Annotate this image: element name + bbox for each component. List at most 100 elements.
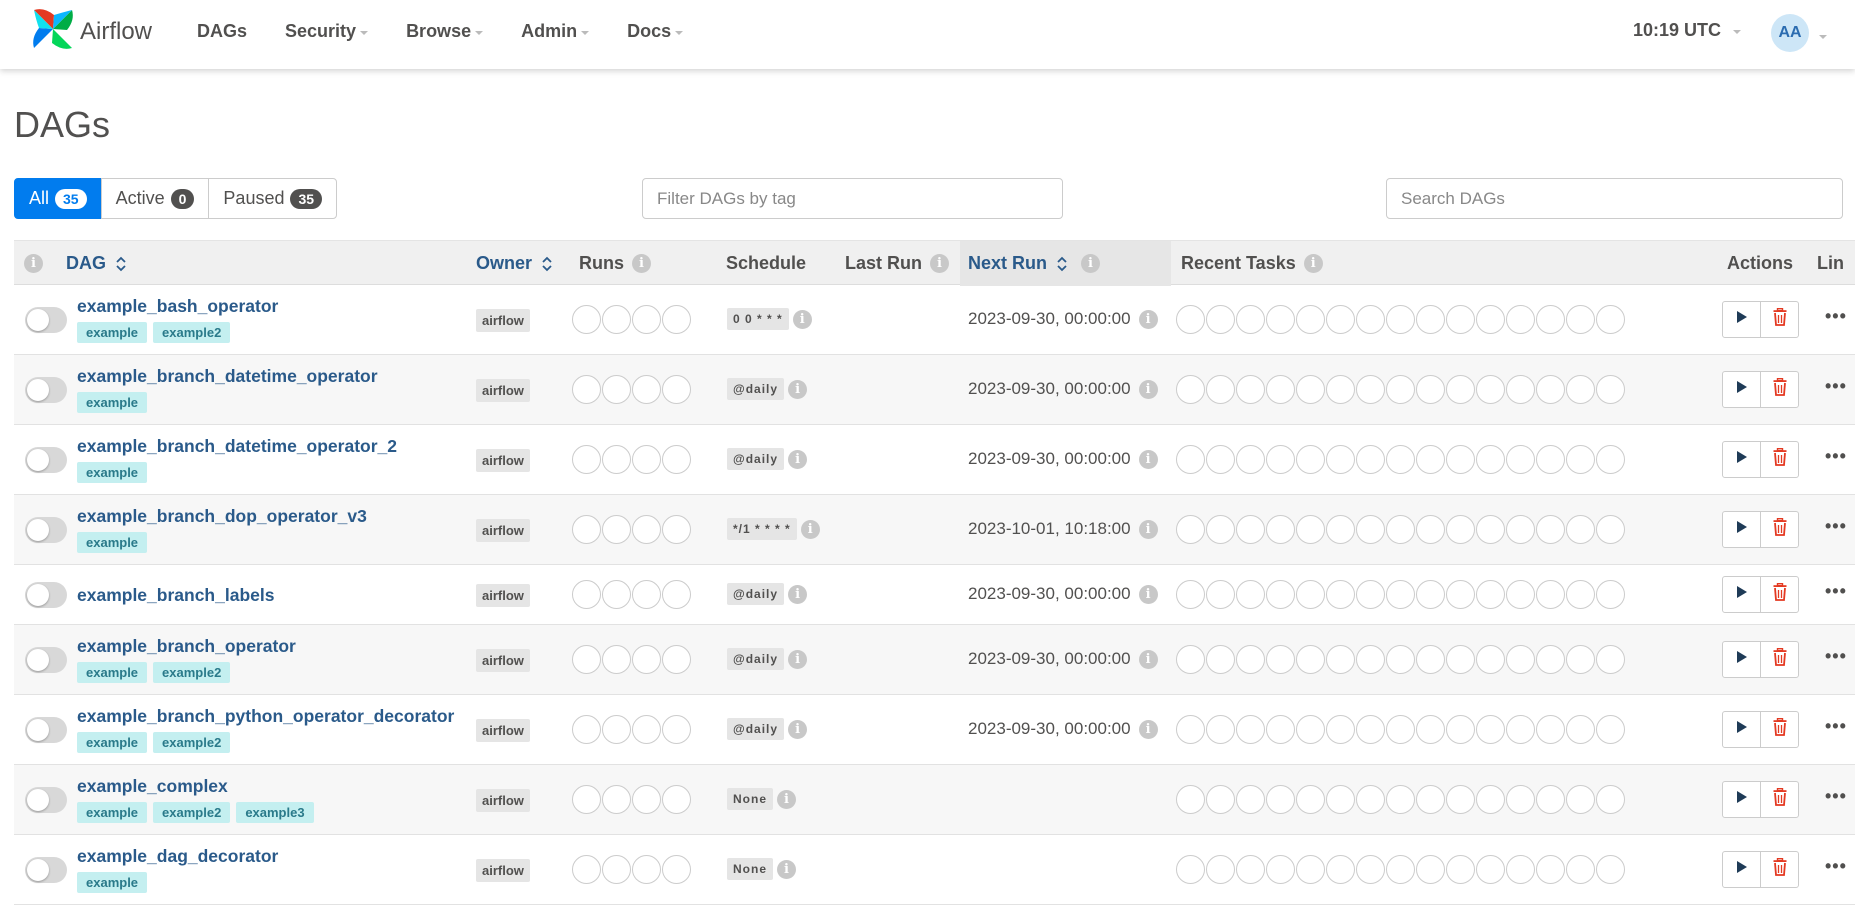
- dag-tag[interactable]: example: [77, 462, 148, 483]
- task-state-circle[interactable]: [1506, 855, 1535, 884]
- task-state-circle[interactable]: [1296, 305, 1325, 334]
- info-icon[interactable]: i: [1303, 254, 1323, 273]
- run-state-circle[interactable]: [602, 305, 631, 334]
- task-state-circle[interactable]: [1596, 375, 1625, 404]
- task-state-circle[interactable]: [1566, 375, 1595, 404]
- info-icon[interactable]: i: [788, 379, 808, 399]
- task-state-circle[interactable]: [1176, 785, 1205, 814]
- task-state-circle[interactable]: [1416, 715, 1445, 744]
- run-state-circle[interactable]: [662, 715, 691, 744]
- dag-link[interactable]: example_branch_datetime_operator_2: [77, 436, 397, 457]
- dag-tag[interactable]: example2: [153, 662, 231, 683]
- schedule-badge[interactable]: @daily: [727, 448, 785, 470]
- schedule-badge[interactable]: @daily: [727, 718, 785, 740]
- task-state-circle[interactable]: [1296, 375, 1325, 404]
- task-state-circle[interactable]: [1206, 445, 1235, 474]
- owner-badge[interactable]: airflow: [476, 859, 530, 882]
- ellipsis-icon[interactable]: •••: [1825, 856, 1847, 877]
- task-state-circle[interactable]: [1356, 375, 1385, 404]
- ellipsis-icon[interactable]: •••: [1825, 786, 1847, 807]
- task-state-circle[interactable]: [1296, 785, 1325, 814]
- task-state-circle[interactable]: [1596, 515, 1625, 544]
- task-state-circle[interactable]: [1296, 855, 1325, 884]
- run-state-circle[interactable]: [572, 375, 601, 404]
- task-state-circle[interactable]: [1416, 645, 1445, 674]
- task-state-circle[interactable]: [1266, 305, 1295, 334]
- task-state-circle[interactable]: [1596, 580, 1625, 609]
- task-state-circle[interactable]: [1416, 855, 1445, 884]
- dag-link[interactable]: example_branch_dop_operator_v3: [77, 506, 367, 527]
- task-state-circle[interactable]: [1236, 855, 1265, 884]
- owner-badge[interactable]: airflow: [476, 449, 530, 472]
- task-state-circle[interactable]: [1596, 785, 1625, 814]
- info-icon[interactable]: i: [1138, 649, 1158, 669]
- trigger-dag-button[interactable]: [1722, 641, 1761, 678]
- task-state-circle[interactable]: [1476, 785, 1505, 814]
- owner-badge[interactable]: airflow: [476, 519, 530, 542]
- task-state-circle[interactable]: [1536, 580, 1565, 609]
- task-state-circle[interactable]: [1566, 305, 1595, 334]
- task-state-circle[interactable]: [1266, 375, 1295, 404]
- task-state-circle[interactable]: [1236, 645, 1265, 674]
- pause-toggle[interactable]: [25, 307, 67, 333]
- info-icon[interactable]: i: [1138, 309, 1158, 329]
- task-state-circle[interactable]: [1476, 715, 1505, 744]
- trigger-dag-button[interactable]: [1722, 301, 1761, 338]
- run-state-circle[interactable]: [632, 855, 661, 884]
- info-icon[interactable]: i: [1138, 519, 1158, 539]
- info-icon[interactable]: i: [788, 584, 808, 604]
- task-state-circle[interactable]: [1176, 515, 1205, 544]
- task-state-circle[interactable]: [1416, 375, 1445, 404]
- ellipsis-icon[interactable]: •••: [1825, 446, 1847, 467]
- owner-badge[interactable]: airflow: [476, 379, 530, 402]
- run-state-circle[interactable]: [572, 785, 601, 814]
- task-state-circle[interactable]: [1476, 580, 1505, 609]
- task-state-circle[interactable]: [1326, 305, 1355, 334]
- schedule-badge[interactable]: None: [727, 858, 773, 880]
- dag-link[interactable]: example_bash_operator: [77, 296, 278, 317]
- pause-toggle[interactable]: [25, 787, 67, 813]
- task-state-circle[interactable]: [1356, 855, 1385, 884]
- delete-dag-button[interactable]: [1760, 301, 1799, 338]
- task-state-circle[interactable]: [1176, 445, 1205, 474]
- task-state-circle[interactable]: [1596, 305, 1625, 334]
- task-state-circle[interactable]: [1386, 515, 1415, 544]
- task-state-circle[interactable]: [1356, 645, 1385, 674]
- run-state-circle[interactable]: [602, 855, 631, 884]
- task-state-circle[interactable]: [1536, 785, 1565, 814]
- run-state-circle[interactable]: [572, 645, 601, 674]
- info-icon[interactable]: i: [1138, 719, 1158, 739]
- task-state-circle[interactable]: [1236, 785, 1265, 814]
- task-state-circle[interactable]: [1206, 580, 1235, 609]
- info-icon[interactable]: i: [1138, 449, 1158, 469]
- run-state-circle[interactable]: [662, 580, 691, 609]
- task-state-circle[interactable]: [1566, 445, 1595, 474]
- task-state-circle[interactable]: [1476, 305, 1505, 334]
- info-icon[interactable]: i: [792, 309, 812, 329]
- info-icon[interactable]: i: [788, 449, 808, 469]
- task-state-circle[interactable]: [1416, 305, 1445, 334]
- task-state-circle[interactable]: [1596, 645, 1625, 674]
- task-state-circle[interactable]: [1566, 785, 1595, 814]
- dag-link[interactable]: example_branch_datetime_operator: [77, 366, 378, 387]
- info-icon[interactable]: i: [1138, 584, 1158, 604]
- task-state-circle[interactable]: [1386, 375, 1415, 404]
- task-state-circle[interactable]: [1266, 580, 1295, 609]
- filter-paused-button[interactable]: Paused 35: [208, 178, 338, 219]
- task-state-circle[interactable]: [1446, 855, 1475, 884]
- task-state-circle[interactable]: [1506, 515, 1535, 544]
- task-state-circle[interactable]: [1536, 855, 1565, 884]
- timezone-clock[interactable]: 10:19 UTC: [1633, 20, 1742, 41]
- task-state-circle[interactable]: [1176, 305, 1205, 334]
- trigger-dag-button[interactable]: [1722, 371, 1761, 408]
- task-state-circle[interactable]: [1356, 305, 1385, 334]
- task-state-circle[interactable]: [1536, 645, 1565, 674]
- task-state-circle[interactable]: [1386, 645, 1415, 674]
- task-state-circle[interactable]: [1596, 445, 1625, 474]
- task-state-circle[interactable]: [1206, 785, 1235, 814]
- tag-filter-input[interactable]: [642, 178, 1063, 219]
- task-state-circle[interactable]: [1386, 305, 1415, 334]
- delete-dag-button[interactable]: [1760, 851, 1799, 888]
- info-icon[interactable]: i: [777, 789, 796, 809]
- task-state-circle[interactable]: [1296, 445, 1325, 474]
